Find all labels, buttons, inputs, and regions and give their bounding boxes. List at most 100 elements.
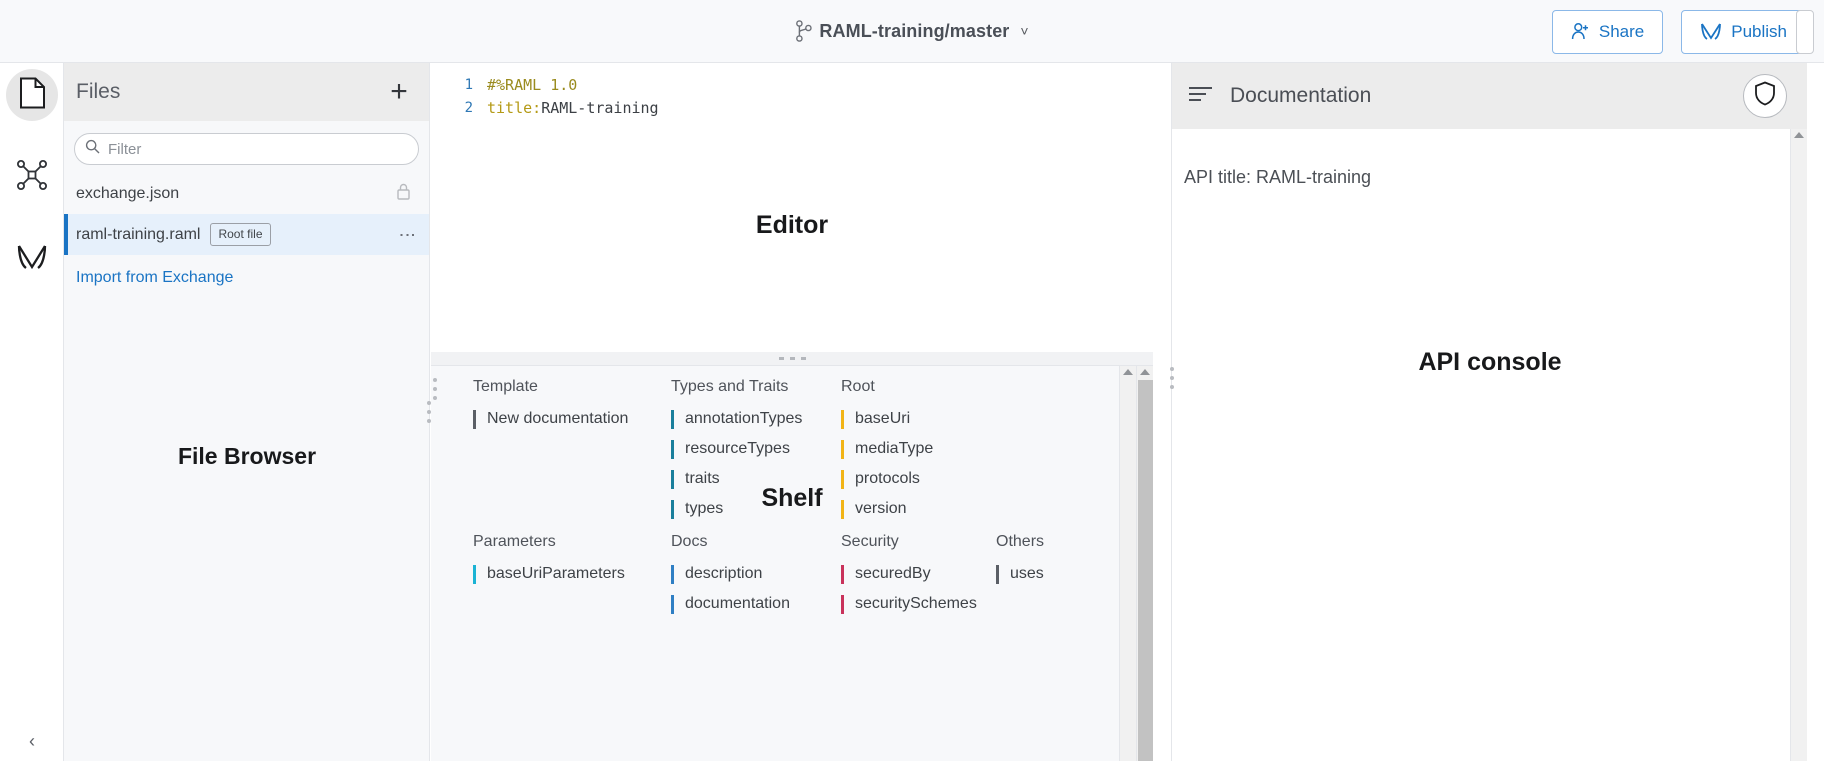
- documentation-title: Documentation: [1230, 84, 1372, 107]
- shelf-item-label: baseUri: [855, 410, 911, 427]
- branch-label: RAML-training/master: [819, 20, 1010, 41]
- shelf-item-label: securedBy: [855, 565, 931, 582]
- chevron-left-icon: ‹: [29, 730, 35, 751]
- file-row-raml-training-raml[interactable]: raml-training.raml Root file ⋮: [64, 214, 429, 255]
- shelf-scrollbar-outer[interactable]: [1119, 366, 1136, 761]
- shield-icon: [1754, 81, 1776, 111]
- shelf-item-mediatype[interactable]: mediaType: [841, 434, 996, 464]
- shelf-item-label: annotationTypes: [685, 410, 803, 427]
- shelf-item-label: description: [685, 565, 763, 582]
- shelf-group-heading: Parameters: [473, 533, 556, 550]
- file-name: raml-training.raml: [76, 225, 201, 243]
- publish-button[interactable]: Publish: [1681, 9, 1806, 54]
- file-browser-panel: Files + exchange.json raml-training.raml…: [64, 63, 431, 761]
- scroll-up-arrow-icon[interactable]: [1123, 369, 1133, 375]
- documentation-body: API title: RAML-training: [1172, 129, 1807, 188]
- shelf-group-heading: Types and Traits: [671, 378, 789, 395]
- mulesoft-icon: [1700, 22, 1722, 41]
- share-button[interactable]: Share: [1551, 9, 1664, 54]
- editor-shelf-resize-handle[interactable]: [431, 352, 1153, 365]
- shelf-group-parameters: Parameters baseUriParameters: [473, 521, 671, 619]
- top-bar: RAML-training/master ˅ Share Publish: [0, 0, 1824, 63]
- shelf-item-label: mediaType: [855, 440, 934, 457]
- file-browser-header: Files +: [64, 63, 429, 121]
- line-number: 1: [464, 76, 473, 93]
- file-icon: [19, 77, 46, 114]
- shelf-group-heading: Docs: [671, 533, 708, 550]
- code-line: 2 title: RAML-training: [431, 96, 1153, 119]
- shelf-item-baseuri[interactable]: baseUri: [841, 404, 996, 434]
- shelf-panel: Template New documentation Types and Tra…: [431, 365, 1153, 761]
- sidebar-item-project-graph[interactable]: [6, 151, 58, 203]
- sidebar-item-exchange[interactable]: [6, 233, 58, 285]
- list-lines-icon[interactable]: [1188, 84, 1214, 109]
- documentation-scrollbar[interactable]: [1790, 129, 1807, 761]
- scrollbar-thumb[interactable]: [1138, 380, 1153, 761]
- shelf-item-description[interactable]: description: [671, 559, 841, 589]
- shelf-item-label: baseUriParameters: [487, 565, 625, 582]
- documentation-resize-handle[interactable]: [1166, 363, 1178, 393]
- chevron-down-icon[interactable]: ˅: [1020, 23, 1028, 39]
- filter-input[interactable]: [108, 140, 418, 158]
- scroll-up-arrow-icon[interactable]: [1140, 369, 1150, 375]
- code-area[interactable]: 1 #%RAML 1.0 2 title: RAML-training: [431, 63, 1153, 119]
- collapse-sidebar-button[interactable]: ‹: [20, 729, 44, 753]
- shelf-row-2: Parameters baseUriParameters Docs descri…: [473, 521, 1153, 619]
- editor-watermark: Editor: [755, 211, 829, 239]
- nodes-graph-icon: [16, 159, 48, 196]
- file-browser-title: Files: [76, 80, 121, 103]
- file-name: exchange.json: [76, 184, 180, 202]
- import-from-exchange-link[interactable]: Import from Exchange: [64, 255, 429, 287]
- shelf-scrollbar-inner[interactable]: [1136, 366, 1153, 761]
- file-row-exchange-json[interactable]: exchange.json: [64, 173, 429, 214]
- page-right-edge: [1807, 63, 1824, 761]
- security-shield-button[interactable]: [1743, 74, 1787, 118]
- scroll-up-arrow-icon[interactable]: [1794, 132, 1804, 138]
- overflow-button[interactable]: [1796, 10, 1814, 54]
- shelf-item-label: securitySchemes: [855, 595, 977, 612]
- shelf-item-documentation[interactable]: documentation: [671, 589, 841, 619]
- editor-panel[interactable]: 1 #%RAML 1.0 2 title: RAML-training Edit…: [431, 63, 1153, 359]
- mulesoft-icon: [16, 243, 48, 276]
- shelf-group-heading: Template: [473, 378, 538, 395]
- api-console-watermark: API console: [1418, 348, 1562, 376]
- shelf-group-security: Security securedBy securitySchemes: [841, 521, 996, 619]
- shelf-resize-handle[interactable]: [431, 374, 441, 404]
- shelf-watermark: Shelf: [761, 484, 823, 512]
- publish-button-label: Publish: [1731, 21, 1787, 41]
- shelf-group-heading: Root: [841, 378, 875, 395]
- branch-selector[interactable]: RAML-training/master ˅: [795, 20, 1029, 42]
- api-title-text: API title: RAML-training: [1184, 167, 1372, 187]
- add-file-button[interactable]: +: [385, 77, 413, 107]
- code-token-key: title:: [487, 98, 542, 117]
- lock-icon: [396, 182, 411, 205]
- shelf-item-annotationtypes[interactable]: annotationTypes: [671, 404, 841, 434]
- filter-box[interactable]: [74, 133, 419, 165]
- sidebar-item-files[interactable]: [6, 69, 58, 121]
- shelf-item-label: New documentation: [487, 410, 629, 427]
- person-add-icon: [1571, 22, 1590, 41]
- documentation-header: Documentation: [1172, 63, 1807, 129]
- shelf-item-label: documentation: [685, 595, 790, 612]
- shelf-group-others: Others uses: [996, 521, 1136, 619]
- search-icon: [85, 139, 100, 159]
- left-icon-rail: ‹: [0, 63, 64, 761]
- shelf-item-new-documentation[interactable]: New documentation: [473, 404, 671, 434]
- documentation-panel: Documentation API title: RAML-training A…: [1170, 63, 1807, 761]
- file-browser-watermark: File Browser: [177, 443, 317, 469]
- shelf-item-label: uses: [1010, 565, 1044, 582]
- shelf-item-uses[interactable]: uses: [996, 559, 1136, 589]
- shelf-group-heading: Others: [996, 533, 1045, 550]
- shelf-item-baseuriparameters[interactable]: baseUriParameters: [473, 559, 671, 589]
- share-button-label: Share: [1598, 21, 1645, 41]
- shelf-item-securityschemes[interactable]: securitySchemes: [841, 589, 996, 619]
- git-branch-icon: [795, 20, 812, 42]
- shelf-item-securedby[interactable]: securedBy: [841, 559, 996, 589]
- top-bar-actions: Share Publish: [1551, 0, 1814, 63]
- shelf-item-label: resourceTypes: [685, 440, 790, 457]
- code-token-directive: #%RAML 1.0: [487, 75, 578, 94]
- filter-container: [64, 121, 429, 173]
- shelf-group-docs: Docs description documentation: [671, 521, 841, 619]
- shelf-item-resourcetypes[interactable]: resourceTypes: [671, 434, 841, 464]
- file-options-kebab-icon[interactable]: ⋮: [398, 226, 417, 243]
